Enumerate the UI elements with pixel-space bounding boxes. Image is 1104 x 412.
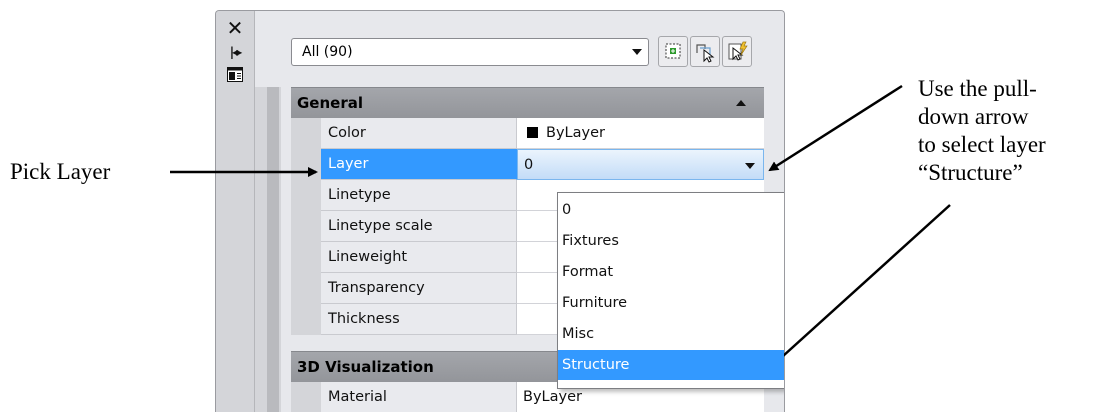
select-objects-icon xyxy=(696,44,715,63)
dropdown-option-format[interactable]: Format xyxy=(558,257,784,287)
property-name: Layer xyxy=(321,149,517,180)
property-name: Linetype scale xyxy=(321,211,517,242)
arrow-to-structure xyxy=(760,204,951,377)
grid-gutter-bar xyxy=(267,87,279,412)
callout-line: to select layer xyxy=(918,132,1046,157)
property-value-color[interactable]: ByLayer xyxy=(517,118,764,149)
callout-line: Use the pull- xyxy=(918,76,1037,101)
section-title: General xyxy=(297,94,363,112)
property-name: Transparency xyxy=(321,273,517,304)
toggle-pickadd-icon xyxy=(665,43,681,59)
layer-dropdown-list[interactable]: 0 Fixtures Format Furniture Misc Structu… xyxy=(557,192,784,389)
row-indent xyxy=(291,242,321,273)
property-value-text: ByLayer xyxy=(546,125,605,141)
property-name: Color xyxy=(321,118,517,149)
layer-select[interactable]: 0 xyxy=(517,149,764,180)
property-row-layer[interactable]: Layer 0 xyxy=(291,149,764,180)
palette-titlebar[interactable]: ✕ |◂▸ xyxy=(216,11,255,412)
callout-line: “Structure” xyxy=(918,160,1023,185)
section-header-general[interactable]: General xyxy=(291,87,764,118)
arrow-to-pulldown xyxy=(768,84,903,172)
close-icon[interactable]: ✕ xyxy=(226,18,244,38)
property-name: Linetype xyxy=(321,180,517,211)
collapse-up-icon[interactable] xyxy=(736,100,746,106)
selection-filter-select[interactable]: All (90) xyxy=(291,38,649,66)
row-indent xyxy=(291,118,321,149)
select-objects-button[interactable] xyxy=(690,36,720,67)
callout-pick-layer: Pick Layer xyxy=(10,159,111,184)
callout-line: down arrow xyxy=(918,104,1029,129)
properties-icon[interactable] xyxy=(226,67,244,85)
color-swatch-icon xyxy=(527,127,538,138)
toggle-pickadd-button[interactable] xyxy=(658,36,688,67)
dropdown-option-structure[interactable]: Structure xyxy=(558,350,784,380)
dropdown-option-furniture[interactable]: Furniture xyxy=(558,288,784,318)
row-indent xyxy=(291,382,321,412)
row-indent xyxy=(291,273,321,304)
property-value-text: 0 xyxy=(524,157,534,173)
property-name: Material xyxy=(321,382,517,412)
chevron-down-icon[interactable] xyxy=(632,49,642,55)
row-indent xyxy=(291,180,321,211)
section-title: 3D Visualization xyxy=(297,358,434,376)
quick-select-button[interactable] xyxy=(722,36,752,67)
grid-left-gutter xyxy=(255,87,281,412)
properties-palette: ✕ |◂▸ All (90) General Color ByLayer Lay… xyxy=(215,10,785,412)
chevron-down-icon[interactable] xyxy=(745,163,755,169)
palette-content: All (90) General Color ByLayer Layer 0 L… xyxy=(255,11,784,412)
dropdown-option-misc[interactable]: Misc xyxy=(558,319,784,349)
property-row-color[interactable]: Color ByLayer xyxy=(291,118,764,149)
dropdown-option-fixtures[interactable]: Fixtures xyxy=(558,226,784,256)
property-name: Thickness xyxy=(321,304,517,335)
row-indent xyxy=(291,211,321,242)
row-indent xyxy=(291,149,321,180)
row-indent xyxy=(291,304,321,335)
dropdown-option-0[interactable]: 0 xyxy=(558,195,784,225)
quick-select-icon xyxy=(728,41,748,61)
selection-filter-value: All (90) xyxy=(302,44,353,60)
property-name: Lineweight xyxy=(321,242,517,273)
callout-pulldown-instructions: Use the pull- down arrow to select layer… xyxy=(918,75,1046,187)
auto-hide-icon[interactable]: |◂▸ xyxy=(226,43,244,61)
